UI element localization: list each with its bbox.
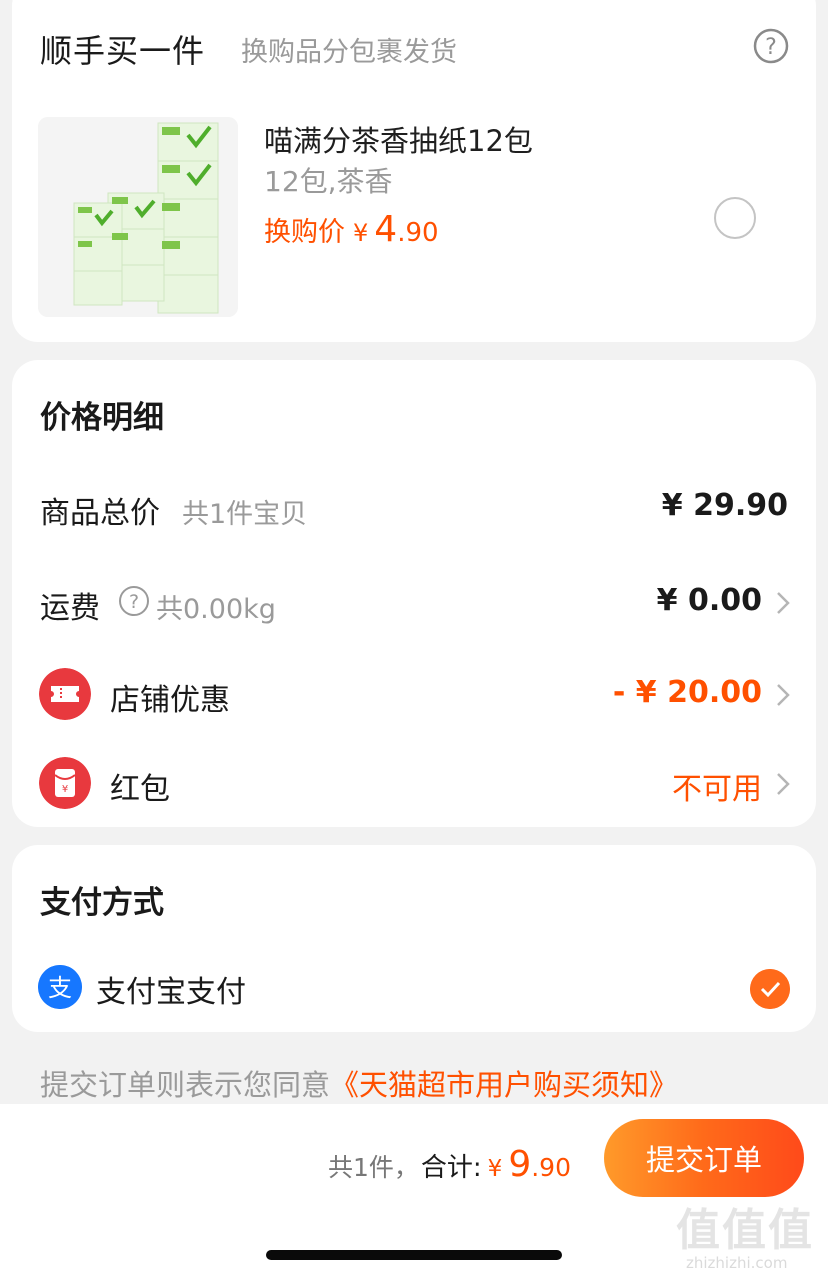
goods-total-row: 商品总价 共1件宝贝 ¥ 29.90 xyxy=(12,466,816,546)
upsell-title: 顺手买一件 xyxy=(40,32,206,70)
total-integer: 9 xyxy=(508,1144,532,1185)
question-circle-icon[interactable]: ? xyxy=(118,585,150,617)
price-currency: ¥ xyxy=(353,219,369,247)
payment-method-row[interactable]: 支 支付宝支付 xyxy=(12,961,816,1021)
total-decimal: .90 xyxy=(531,1153,571,1182)
agreement-link[interactable]: 《天猫超市用户购买须知》 xyxy=(330,1068,678,1102)
product-price: 换购价 ¥ 4 .90 xyxy=(264,209,439,250)
shipping-row[interactable]: 运费 ? 共0.00kg ¥ 0.00 xyxy=(12,561,816,641)
submit-order-button[interactable]: 提交订单 xyxy=(604,1119,804,1197)
order-total: 共1件， 合计: ¥ 9 .90 xyxy=(328,1144,571,1185)
sum-label: 合计: xyxy=(420,1153,482,1183)
upsell-card: 顺手买一件 换购品分包裹发货 ? 喵满分茶香抽纸12包 12包,茶香 换购价 ¥… xyxy=(12,0,816,342)
red-packet-status: 不可用 xyxy=(672,772,762,807)
total-currency: ¥ xyxy=(487,1156,503,1182)
svg-text:?: ? xyxy=(129,591,139,613)
chevron-right-icon xyxy=(777,592,790,614)
select-product-radio[interactable] xyxy=(714,197,756,239)
bottom-bar: 共1件， 合计: ¥ 9 .90 提交订单 值值值 zhizhizhi.com xyxy=(0,1104,828,1280)
agreement-prefix: 提交订单则表示您同意 xyxy=(40,1068,331,1102)
svg-text:?: ? xyxy=(765,35,777,60)
alipay-icon: 支 xyxy=(38,965,82,1009)
shop-discount-amount: - ¥ 20.00 xyxy=(612,675,762,710)
svg-text:¥: ¥ xyxy=(62,784,68,795)
price-integer: 4 xyxy=(374,209,398,250)
tissue-pack-image xyxy=(38,117,238,317)
watermark: 值值值 zhizhizhi.com xyxy=(676,1194,826,1278)
shop-discount-label: 店铺优惠 xyxy=(110,683,230,718)
product-thumbnail[interactable] xyxy=(38,117,238,317)
shipping-amount: ¥ 0.00 xyxy=(656,583,762,618)
question-circle-icon[interactable]: ? xyxy=(753,28,789,64)
item-count: 共1件， xyxy=(328,1153,419,1182)
upsell-subtitle: 换购品分包裹发货 xyxy=(241,37,457,68)
alipay-glyph: 支 xyxy=(48,974,72,1002)
payment-card: 支付方式 支 支付宝支付 xyxy=(12,845,816,1032)
watermark-mark: 值值值 xyxy=(676,1205,814,1256)
payment-method-label: 支付宝支付 xyxy=(96,975,246,1010)
chevron-right-icon xyxy=(777,684,790,706)
price-detail-title: 价格明细 xyxy=(40,400,164,436)
price-label: 换购价 xyxy=(264,217,345,248)
goods-total-amount: ¥ 29.90 xyxy=(661,488,788,523)
chevron-right-icon xyxy=(777,773,790,795)
check-circle-icon[interactable] xyxy=(750,969,790,1009)
payment-title: 支付方式 xyxy=(40,885,164,921)
home-indicator[interactable] xyxy=(266,1250,562,1260)
goods-total-label: 商品总价 xyxy=(40,496,160,531)
coupon-icon xyxy=(39,668,91,720)
price-detail-card: 价格明细 商品总价 共1件宝贝 ¥ 29.90 运费 ? 共0.00kg ¥ 0… xyxy=(12,360,816,827)
product-spec: 12包,茶香 xyxy=(264,165,393,198)
shipping-label: 运费 xyxy=(40,591,100,626)
price-decimal: .90 xyxy=(397,218,439,248)
red-packet-icon: ¥ xyxy=(39,757,91,809)
shipping-weight: 共0.00kg xyxy=(156,594,276,625)
product-name[interactable]: 喵满分茶香抽纸12包 xyxy=(264,118,533,160)
shop-discount-row[interactable]: 店铺优惠 - ¥ 20.00 xyxy=(12,653,816,733)
red-packet-label: 红包 xyxy=(110,772,170,807)
goods-count: 共1件宝贝 xyxy=(182,499,308,530)
agreement-text: 提交订单则表示您同意《天猫超市用户购买须知》 xyxy=(40,1062,678,1104)
red-packet-row[interactable]: ¥ 红包 不可用 xyxy=(12,742,816,822)
